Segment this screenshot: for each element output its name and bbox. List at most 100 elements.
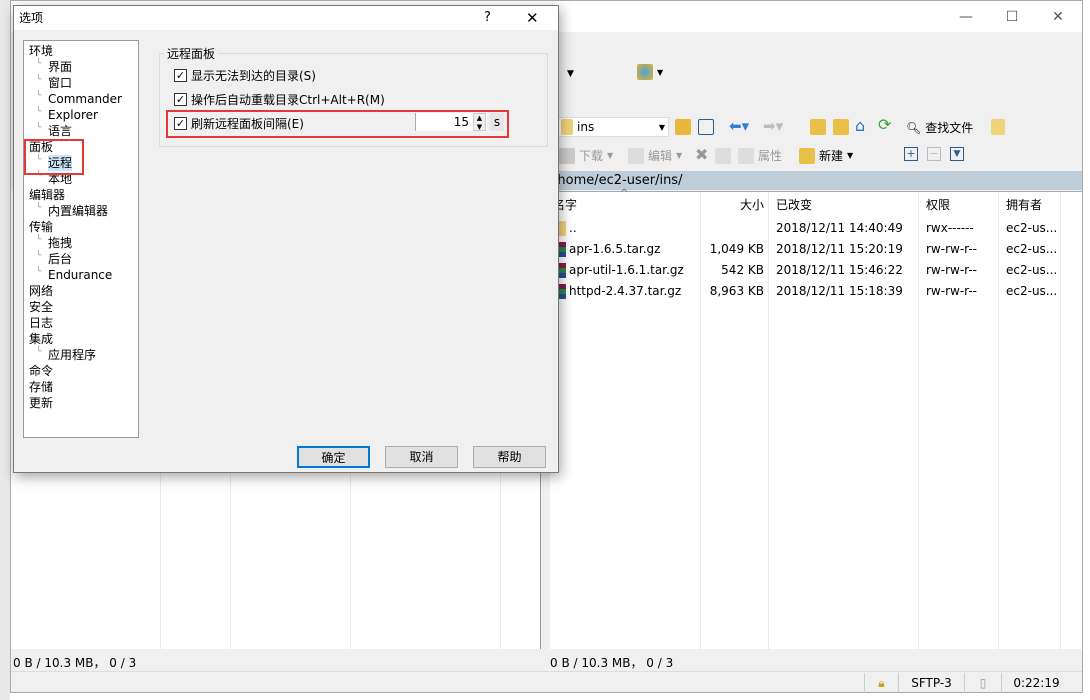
file-rights: rwx------ — [926, 221, 974, 235]
dialog-close-button[interactable]: ✕ — [526, 6, 539, 30]
maximize-button[interactable]: ☐ — [989, 5, 1035, 29]
column-header-rights[interactable]: 权限 — [926, 194, 950, 216]
tree-connector: └ — [36, 123, 42, 133]
delete-icon[interactable]: ✖ — [695, 145, 708, 164]
ok-button[interactable]: 确定 — [297, 446, 370, 468]
file-changed: 2018/12/11 15:46:22 — [776, 263, 903, 277]
highlight-box-tree — [24, 139, 84, 175]
directory-value: ins — [577, 120, 595, 134]
option-label: 显示无法到达的目录(S) — [191, 69, 316, 83]
tree-item[interactable]: 拖拽 — [48, 235, 72, 251]
column-header-owner[interactable]: 拥有者 — [1006, 194, 1042, 216]
dialog-title: 选项 — [19, 11, 44, 25]
local-status: 0 B / 10.3 MB， 0 / 3 — [13, 656, 137, 670]
back-icon[interactable]: ⬅▾ — [729, 117, 749, 135]
remote-path-bar[interactable]: /home/ec2-user/ins/ — [550, 171, 1082, 190]
session-time: 0:22:19 — [1001, 673, 1071, 693]
tree-item[interactable]: 安全 — [29, 299, 53, 315]
file-name: .. — [569, 221, 577, 235]
tree-item[interactable]: 窗口 — [48, 75, 72, 91]
parent-directory-icon[interactable] — [810, 119, 826, 135]
refresh-icon[interactable]: ⟳ — [878, 115, 891, 134]
tree-item[interactable]: 命令 — [29, 363, 53, 379]
column-header-changed[interactable]: 已改变 — [776, 194, 812, 216]
checkbox-check-icon: ✓ — [174, 93, 187, 106]
show-inaccessible-dirs-checkbox[interactable]: ✓ 显示无法到达的目录(S) — [174, 67, 316, 84]
tree-item[interactable]: 应用程序 — [48, 347, 96, 363]
file-owner: ec2-us... — [1006, 242, 1058, 256]
filter-icon[interactable] — [698, 119, 714, 135]
table-row[interactable]: .. 2018/12/11 14:40:49 rwx------ ec2-us... — [550, 218, 1082, 239]
tree-item[interactable]: 后台 — [48, 251, 72, 267]
invert-selection-icon[interactable]: ▼ — [950, 147, 964, 161]
cancel-button[interactable]: 取消 — [385, 446, 458, 468]
file-owner: ec2-us... — [1006, 263, 1058, 277]
folder-icon — [561, 119, 573, 135]
tree-item[interactable]: 语言 — [48, 123, 72, 139]
minimize-button[interactable]: — — [943, 5, 989, 29]
file-size: 8,963 KB — [709, 284, 764, 298]
file-rights: rw-rw-r-- — [926, 242, 977, 256]
tree-connector: └ — [36, 267, 42, 277]
tree-item[interactable]: 网络 — [29, 283, 53, 299]
tree-item[interactable]: 更新 — [29, 395, 53, 411]
download-button[interactable]: 下载 ▼ — [559, 147, 613, 164]
file-owner: ec2-us... — [1006, 284, 1058, 298]
status-bar: 🔒︎ SFTP-3 ▯ 0:22:19 — [11, 671, 1082, 693]
tree-item[interactable]: 界面 — [48, 59, 72, 75]
sync-button[interactable]: ▼ — [637, 64, 663, 80]
file-size: 542 KB — [721, 263, 764, 277]
select-icon[interactable]: + — [904, 147, 918, 161]
checkbox-check-icon: ✓ — [174, 69, 187, 82]
file-rights: rw-rw-r-- — [926, 284, 977, 298]
sort-ascending-icon: ^ — [620, 188, 629, 199]
tree-icon[interactable] — [991, 119, 1005, 135]
new-label: 新建 — [819, 149, 844, 163]
options-tree[interactable]: 环境 └ 界面 └ 窗口 └ Commander └ Explorer └ 语言 面板 └ 远程 └ 本地 编辑… — [23, 40, 139, 438]
background-window — [0, 0, 10, 700]
tree-item[interactable]: Explorer — [48, 107, 98, 123]
new-button[interactable]: 新建 ▼ — [799, 147, 853, 164]
column-header-size[interactable]: 大小 — [700, 194, 764, 216]
tree-item[interactable]: 内置编辑器 — [48, 203, 108, 219]
tree-item[interactable]: 环境 — [29, 43, 53, 59]
unselect-icon[interactable]: − — [927, 147, 941, 161]
auto-reload-checkbox[interactable]: ✓ 操作后自动重载目录Ctrl+Alt+R(M) — [174, 91, 385, 108]
properties-label: 属性 — [758, 149, 783, 163]
properties-button[interactable]: 属性 — [738, 147, 782, 164]
forward-icon[interactable]: ➡▾ — [763, 117, 783, 135]
tree-connector: └ — [36, 107, 42, 117]
root-directory-icon[interactable] — [833, 119, 849, 135]
search-icon: 🔍︎ — [906, 120, 922, 135]
connection-icon: ▯ — [964, 673, 1001, 693]
tree-item[interactable]: 编辑器 — [29, 187, 65, 203]
tree-item[interactable]: 集成 — [29, 331, 53, 347]
remote-status: 0 B / 10.3 MB， 0 / 3 — [550, 656, 674, 670]
remote-file-panel[interactable]: ^ 名字 大小 已改变 权限 拥有者 .. 2018/12/11 14:40:49… — [550, 188, 1082, 650]
open-directory-icon[interactable] — [675, 119, 691, 135]
tree-item[interactable]: Commander — [48, 91, 122, 107]
file-size: 1,049 KB — [709, 242, 764, 256]
edit-icon — [628, 147, 644, 164]
find-files-button[interactable]: 🔍︎ 查找文件 — [906, 119, 973, 136]
tree-item[interactable]: 存储 — [29, 379, 53, 395]
tree-item[interactable]: 传输 — [29, 219, 53, 235]
directory-select[interactable]: ins ▼ — [557, 117, 669, 137]
table-row[interactable]: apr-util-1.6.1.tar.gz 542 KB 2018/12/11 15… — [550, 260, 1082, 281]
edit-button[interactable]: 编辑 ▼ — [628, 147, 682, 164]
tree-connector: └ — [36, 75, 42, 85]
dropdown-arrow-icon[interactable]: ▼ — [567, 63, 587, 85]
help-icon[interactable]: ? — [484, 6, 491, 30]
table-row[interactable]: apr-1.6.5.tar.gz 1,049 KB 2018/12/11 15:20… — [550, 239, 1082, 260]
globe-sync-icon — [637, 64, 653, 80]
tree-item[interactable]: Endurance — [48, 267, 112, 283]
rename-icon[interactable] — [715, 148, 731, 164]
tree-item[interactable]: 日志 — [29, 315, 53, 331]
close-button[interactable]: ✕ — [1035, 5, 1081, 29]
tree-connector: └ — [36, 59, 42, 69]
group-title: 远程面板 — [164, 45, 219, 62]
help-button[interactable]: 帮助 — [473, 446, 546, 468]
edit-label: 编辑 — [648, 149, 673, 163]
home-icon[interactable]: ⌂ — [855, 116, 865, 135]
table-row[interactable]: httpd-2.4.37.tar.gz 8,963 KB 2018/12/11 15… — [550, 281, 1082, 302]
